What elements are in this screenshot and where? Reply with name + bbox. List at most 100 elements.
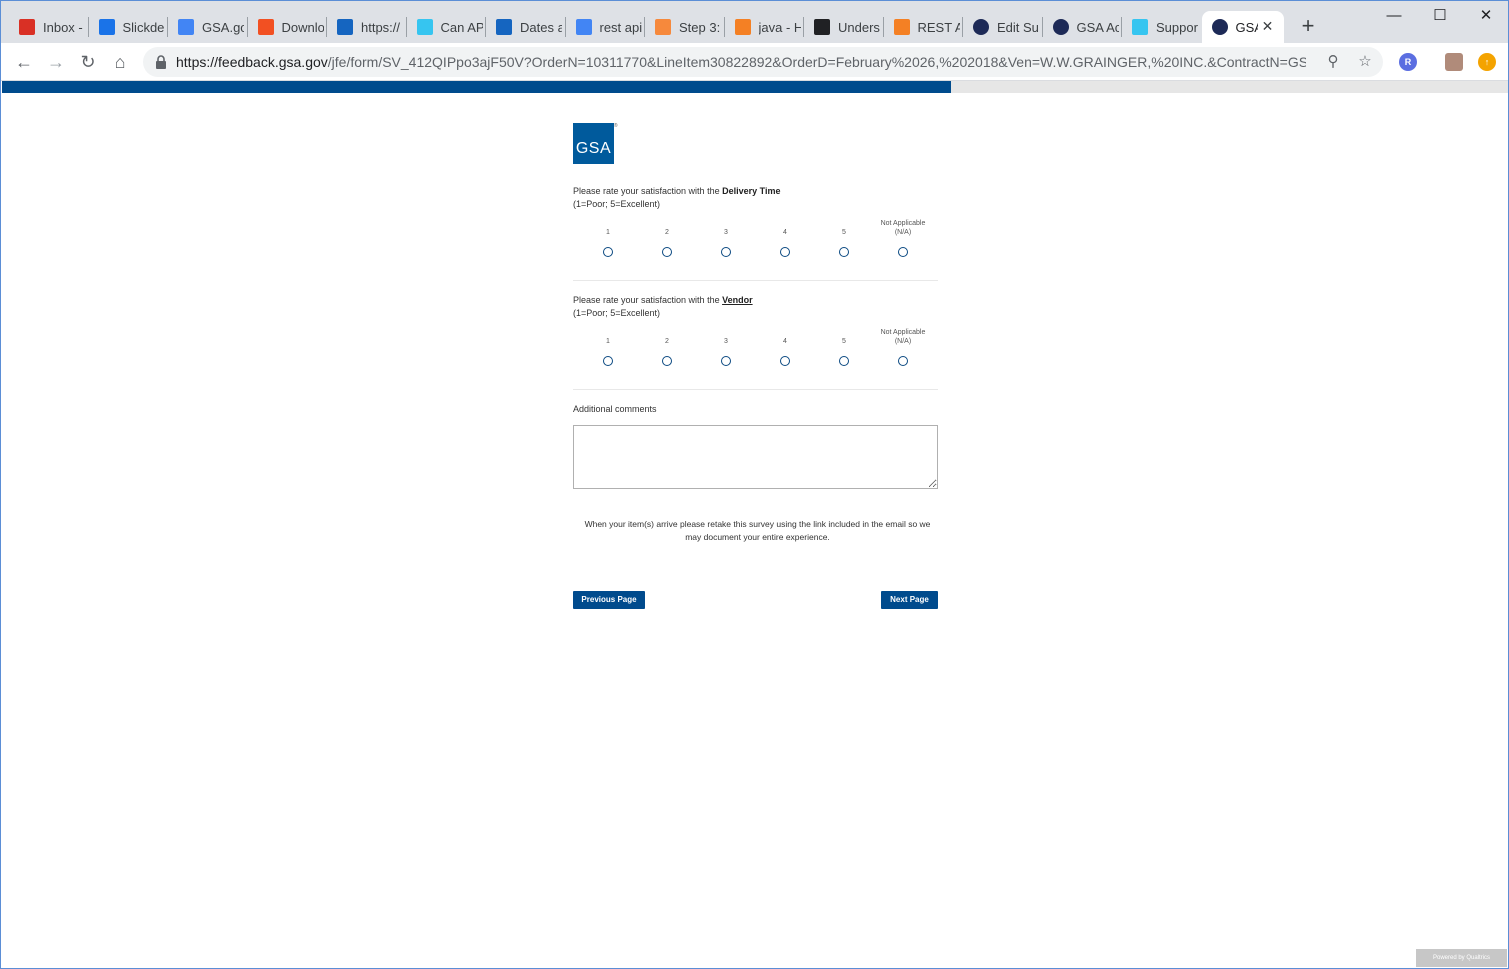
stackoverflow-icon bbox=[893, 19, 910, 35]
lock-icon bbox=[156, 55, 166, 69]
question-emphasis: Delivery Time bbox=[722, 186, 781, 196]
tab-label: GSA.go bbox=[202, 19, 244, 35]
new-tab-button[interactable]: + bbox=[1297, 15, 1319, 37]
address-bar[interactable]: https://feedback.gsa.gov/jfe/form/SV_412… bbox=[143, 47, 1383, 77]
close-tab-icon[interactable]: ✕ bbox=[1260, 18, 1276, 34]
tab-1[interactable]: Slickde bbox=[89, 11, 165, 43]
scale-option[interactable]: 3 bbox=[696, 219, 756, 257]
tab-label: Dates a bbox=[520, 19, 562, 35]
bookmark-star-icon[interactable]: ☆ bbox=[1355, 52, 1375, 72]
radio-button[interactable] bbox=[721, 247, 731, 257]
back-icon[interactable]: ← bbox=[13, 51, 35, 73]
forward-icon[interactable]: → bbox=[45, 51, 67, 73]
powered-by-qualtrics[interactable]: Powered by Qualtrics bbox=[1416, 949, 1507, 967]
calendar-icon bbox=[178, 19, 194, 35]
gsa-logo-text: GSA bbox=[575, 140, 612, 157]
profile-avatar[interactable] bbox=[1445, 53, 1463, 71]
tab-7[interactable]: rest api bbox=[566, 11, 642, 43]
extension-icon[interactable]: R bbox=[1399, 53, 1417, 71]
tab-label: Unders bbox=[838, 19, 880, 35]
radio-button[interactable] bbox=[898, 247, 908, 257]
scale-option-label: 5 bbox=[842, 229, 846, 236]
tab-14[interactable]: Suppor bbox=[1122, 11, 1198, 43]
scale-option-label: 2 bbox=[665, 338, 669, 345]
radio-button[interactable] bbox=[780, 356, 790, 366]
home-icon[interactable]: ⌂ bbox=[109, 51, 131, 73]
scale-option[interactable]: 2 bbox=[637, 328, 697, 366]
question-emphasis: Vendor bbox=[722, 295, 753, 305]
tab-2[interactable]: GSA.go bbox=[168, 11, 244, 43]
tab-10[interactable]: Unders bbox=[804, 11, 880, 43]
survey-progress-bar bbox=[2, 81, 1508, 93]
radio-button[interactable] bbox=[662, 356, 672, 366]
scale-option-label: 4 bbox=[783, 338, 787, 345]
gsa-logo: GSA ® bbox=[573, 123, 617, 164]
scale-option-label: 2 bbox=[665, 229, 669, 236]
question-scale-note: (1=Poor; 5=Excellent) bbox=[573, 308, 661, 318]
maximize-button[interactable]: ☐ bbox=[1417, 5, 1463, 27]
scale-option[interactable]: 4 bbox=[755, 219, 815, 257]
tab-label: rest api bbox=[599, 19, 642, 35]
update-icon[interactable]: ↑ bbox=[1478, 53, 1496, 71]
link-icon bbox=[814, 19, 830, 35]
minimize-button[interactable]: — bbox=[1371, 5, 1417, 27]
previous-page-button[interactable]: Previous Page bbox=[573, 591, 645, 609]
radio-button[interactable] bbox=[662, 247, 672, 257]
reader-icon bbox=[496, 19, 512, 35]
scale-option-label: 1 bbox=[606, 229, 610, 236]
tab-label: GSA Ac bbox=[1076, 19, 1119, 35]
tab-label: https:// bbox=[361, 19, 401, 35]
survey-progress-fill bbox=[2, 81, 951, 93]
scale-option-label: 3 bbox=[724, 229, 728, 236]
tab-label: Inbox - bbox=[43, 19, 83, 35]
question-vendor: Please rate your satisfaction with the V… bbox=[573, 294, 938, 320]
scale-option[interactable]: 5 bbox=[814, 328, 874, 366]
scale-option-label: Not Applicable (N/A) bbox=[880, 220, 926, 236]
tab-9[interactable]: java - H bbox=[725, 11, 801, 43]
zoom-icon[interactable]: ⚲ bbox=[1323, 52, 1343, 72]
scale-option[interactable]: 4 bbox=[755, 328, 815, 366]
scale-option[interactable]: Not Applicable (N/A) bbox=[873, 328, 933, 366]
radio-button[interactable] bbox=[721, 356, 731, 366]
scale-option[interactable]: 3 bbox=[696, 328, 756, 366]
tab-6[interactable]: Dates a bbox=[486, 11, 562, 43]
close-window-button[interactable]: ✕ bbox=[1463, 5, 1508, 27]
google-icon bbox=[575, 19, 592, 35]
gsa-icon bbox=[973, 19, 989, 35]
survey-form: GSA ® Please rate your satisfaction with… bbox=[573, 123, 938, 609]
radio-button[interactable] bbox=[898, 356, 908, 366]
scale-option[interactable]: 2 bbox=[637, 219, 697, 257]
url-host: https://feedback.gsa.gov bbox=[176, 54, 328, 70]
tab-4[interactable]: https:// bbox=[327, 11, 403, 43]
scale-option[interactable]: Not Applicable (N/A) bbox=[873, 219, 933, 257]
tab-5[interactable]: Can AP bbox=[407, 11, 483, 43]
reload-icon[interactable]: ↻ bbox=[77, 51, 99, 73]
tab-label: Can AP bbox=[440, 19, 483, 35]
scale-option[interactable]: 5 bbox=[814, 219, 874, 257]
scale-option[interactable]: 1 bbox=[578, 219, 638, 257]
radio-button[interactable] bbox=[839, 356, 849, 366]
scale-option[interactable]: 1 bbox=[578, 328, 638, 366]
radio-button[interactable] bbox=[780, 247, 790, 257]
radio-button[interactable] bbox=[603, 356, 613, 366]
tab-11[interactable]: REST A bbox=[884, 11, 960, 43]
radio-button[interactable] bbox=[603, 247, 613, 257]
tab-0[interactable]: Inbox - bbox=[9, 11, 85, 43]
next-page-button[interactable]: Next Page bbox=[881, 591, 938, 609]
tab-label: Suppor bbox=[1156, 19, 1198, 35]
url-text[interactable]: https://feedback.gsa.gov/jfe/form/SV_412… bbox=[176, 54, 1306, 70]
scale-option-label: Not Applicable (N/A) bbox=[880, 329, 926, 345]
tab-13[interactable]: GSA Ac bbox=[1043, 11, 1119, 43]
slack-icon bbox=[1132, 19, 1148, 35]
gsa-icon bbox=[1052, 19, 1069, 35]
radio-button[interactable] bbox=[839, 247, 849, 257]
tab-label: Edit Su bbox=[997, 19, 1039, 35]
tab-8[interactable]: Step 3: bbox=[645, 11, 721, 43]
scale-option-label: 4 bbox=[783, 229, 787, 236]
tab-15[interactable]: GSA✕ bbox=[1201, 11, 1284, 43]
tab-12[interactable]: Edit Su bbox=[963, 11, 1039, 43]
comments-textarea[interactable] bbox=[573, 425, 938, 489]
tab-3[interactable]: Downlo bbox=[248, 11, 324, 43]
question-prefix: Please rate your satisfaction with the bbox=[573, 186, 723, 196]
rating-scale-vendor: 1 2 3 4 5 Not Applicable (N/A) bbox=[573, 328, 938, 378]
